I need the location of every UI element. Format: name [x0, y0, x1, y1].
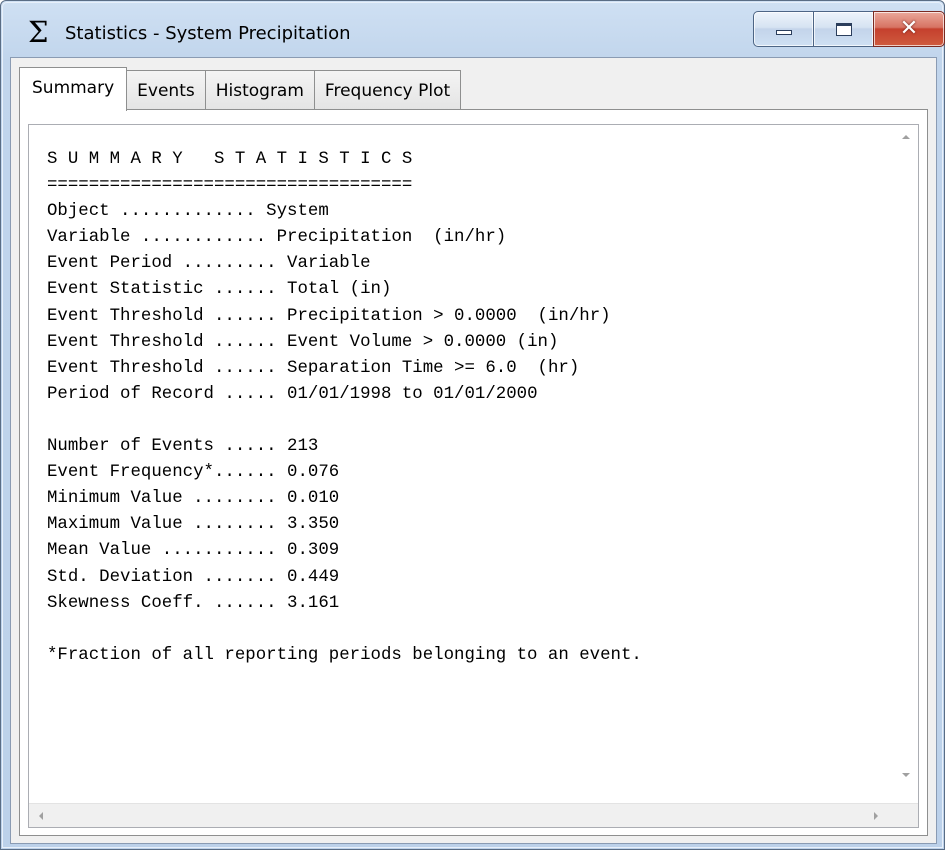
param-row: Object ............. System	[47, 199, 642, 225]
close-button[interactable]: ✕	[873, 11, 945, 47]
stat-value: 0.309	[287, 541, 340, 561]
param-label: Event Period .........	[47, 254, 277, 274]
param-row: Event Threshold ...... Separation Time >…	[47, 356, 642, 382]
param-label: Event Threshold ......	[47, 306, 277, 326]
stat-value: 0.449	[287, 567, 340, 587]
report-heading: S U M M A R Y S T A T I S T I C S	[47, 150, 413, 169]
horizontal-scrollbar[interactable]	[29, 803, 918, 827]
close-icon: ✕	[899, 16, 919, 41]
report-text: S U M M A R Y S T A T I S T I C S ======…	[47, 147, 642, 669]
param-value: Precipitation > 0.0000 (in/hr)	[287, 306, 611, 326]
stat-label: Skewness Coeff. ......	[47, 593, 277, 613]
param-value: Total (in)	[287, 280, 392, 300]
param-row: Variable ............ Precipitation (in/…	[47, 225, 642, 251]
vertical-scrollbar[interactable]	[894, 125, 918, 787]
stat-label: Maximum Value ........	[47, 515, 277, 535]
minimize-icon	[775, 29, 792, 35]
stat-value: 0.076	[287, 463, 340, 483]
stat-value: 3.161	[287, 593, 340, 613]
param-label: Event Threshold ......	[47, 358, 277, 378]
report-footnote: *Fraction of all reporting periods belon…	[47, 645, 642, 665]
stat-label: Mean Value ...........	[47, 541, 277, 561]
param-label: Event Statistic ......	[47, 280, 277, 300]
param-value: Variable	[287, 254, 371, 274]
scroll-right-arrow-icon[interactable]	[874, 812, 878, 820]
summary-tab-panel: S U M M A R Y S T A T I S T I C S ======…	[19, 109, 928, 836]
param-value: Event Volume > 0.0000 (in)	[287, 332, 559, 352]
stat-value: 3.350	[287, 515, 340, 535]
tab-summary[interactable]: Summary	[19, 67, 128, 111]
scroll-left-arrow-icon[interactable]	[39, 812, 43, 820]
maximize-button[interactable]	[813, 11, 873, 47]
param-row: Event Threshold ...... Precipitation > 0…	[47, 304, 642, 330]
param-value: System	[266, 202, 329, 222]
stat-label: Number of Events .....	[47, 437, 277, 457]
tab-frequency-plot[interactable]: Frequency Plot	[313, 70, 462, 110]
stat-label: Std. Deviation .......	[47, 567, 277, 587]
stat-value: 0.010	[287, 489, 340, 509]
param-label: Object .............	[47, 202, 256, 222]
stat-row: Minimum Value ........ 0.010	[47, 486, 642, 512]
stat-row: Maximum Value ........ 3.350	[47, 512, 642, 538]
maximize-icon	[835, 22, 852, 36]
tab-strip: Summary Events Histogram Frequency Plot	[19, 66, 462, 111]
stat-row: Mean Value ........... 0.309	[47, 538, 642, 564]
tab-histogram[interactable]: Histogram	[204, 70, 315, 110]
stat-row: Number of Events ..... 213	[47, 434, 642, 460]
param-row: Period of Record ..... 01/01/1998 to 01/…	[47, 382, 642, 408]
sigma-icon: Σ	[28, 15, 49, 49]
param-row: Event Period ......... Variable	[47, 251, 642, 277]
stat-value: 213	[287, 437, 319, 457]
param-value: Precipitation (in/hr)	[276, 228, 507, 248]
param-label: Event Threshold ......	[47, 332, 277, 352]
statistics-window: Σ Statistics - System Precipitation ✕ Su…	[0, 0, 945, 850]
window-title: Statistics - System Precipitation	[65, 23, 351, 44]
report-separator: ===================================	[47, 176, 413, 196]
param-value: 01/01/1998 to 01/01/2000	[287, 384, 538, 404]
stat-row: Std. Deviation ....... 0.449	[47, 565, 642, 591]
title-bar[interactable]: Σ Statistics - System Precipitation ✕	[1, 1, 945, 57]
param-row: Event Threshold ...... Event Volume > 0.…	[47, 330, 642, 356]
param-label: Variable ............	[47, 228, 267, 248]
stat-label: Minimum Value ........	[47, 489, 277, 509]
param-label: Period of Record .....	[47, 384, 277, 404]
param-value: Separation Time >= 6.0 (hr)	[287, 358, 580, 378]
tab-events[interactable]: Events	[126, 70, 206, 110]
minimize-button[interactable]	[753, 11, 813, 47]
caption-buttons: ✕	[753, 11, 945, 47]
scroll-down-arrow-icon[interactable]	[902, 773, 910, 777]
client-area: Summary Events Histogram Frequency Plot …	[10, 57, 937, 844]
scroll-up-arrow-icon[interactable]	[902, 135, 910, 139]
stat-row: Event Frequency*...... 0.076	[47, 460, 642, 486]
summary-report-textbox[interactable]: S U M M A R Y S T A T I S T I C S ======…	[28, 124, 919, 828]
stat-row: Skewness Coeff. ...... 3.161	[47, 591, 642, 617]
param-row: Event Statistic ...... Total (in)	[47, 277, 642, 303]
stat-label: Event Frequency*......	[47, 463, 277, 483]
